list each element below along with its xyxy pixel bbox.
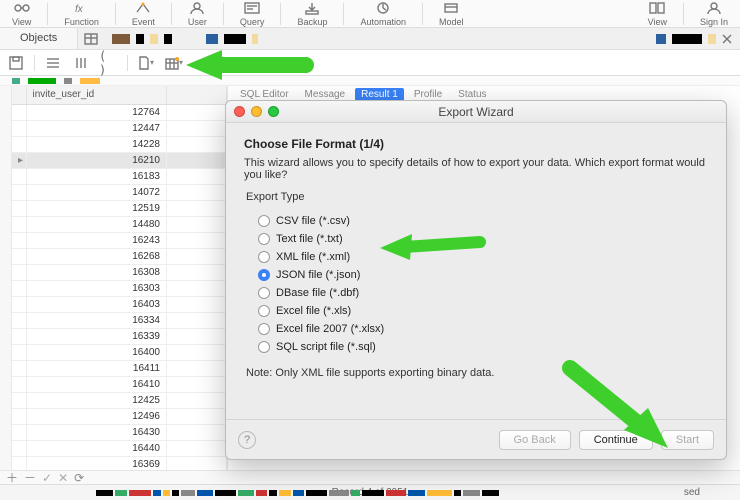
document-icon[interactable]: ▾ [136,54,156,72]
radio-icon[interactable] [258,323,270,335]
table-row[interactable]: 16403 [12,296,227,312]
ribbon-tool-backup[interactable]: Backup [291,1,333,27]
confirm-icon[interactable]: ✓ [42,471,52,485]
window-controls[interactable] [234,106,279,117]
table-row[interactable]: 12764 [12,104,227,120]
dialog-heading: Choose File Format (1/4) [244,137,708,151]
dialog-title: Export Wizard [438,105,513,119]
table-row[interactable]: 16411 [12,360,227,376]
ribbon-tool-function[interactable]: fxFunction [58,1,105,27]
export-type-option[interactable]: Excel file 2007 (*.xlsx) [258,323,708,335]
grid-footer-toolbar: ＋ － ✓ ✕ ⟳ [0,470,740,484]
start-button[interactable]: Start [661,430,714,450]
radio-icon[interactable] [258,215,270,227]
table-row[interactable]: 16440 [12,440,227,456]
table-row[interactable]: 16308 [12,264,227,280]
refresh-icon[interactable]: ⟳ [74,471,84,485]
table-icon [84,33,98,45]
table-row[interactable]: 16268 [12,248,227,264]
radio-icon[interactable] [258,287,270,299]
table-row[interactable]: 16339 [12,328,227,344]
table-row[interactable]: 16430 [12,424,227,440]
table-row[interactable]: 14072 [12,184,227,200]
columns-icon[interactable] [71,54,91,72]
export-type-label: Export Type [244,191,708,203]
dialog-titlebar: Export Wizard [226,101,726,123]
ribbon-tool-view[interactable]: View [6,1,37,27]
ribbon-tool-automation[interactable]: Automation [354,1,412,27]
rows-icon[interactable] [43,54,63,72]
tab-spacer [78,28,104,49]
table-row[interactable]: 16334 [12,312,227,328]
export-grid-icon[interactable]: ▾ [164,54,184,72]
radio-icon[interactable] [258,341,270,353]
close-window-icon[interactable] [234,106,245,117]
export-type-option[interactable]: XML file (*.xml) [258,251,708,263]
svg-text:fx: fx [75,4,84,15]
table-row[interactable]: 16303 [12,280,227,296]
tab-bar: Objects [0,28,740,50]
ribbon-tool-sign-in[interactable]: Sign In [694,1,734,27]
table-row[interactable]: 16243 [12,232,227,248]
table-row[interactable]: 12425 [12,392,227,408]
table-row[interactable]: 12519 [12,200,227,216]
continue-button[interactable]: Continue [579,430,653,450]
export-wizard-dialog: Export Wizard Choose File Format (1/4) T… [225,100,727,460]
table-row[interactable]: 16410 [12,376,227,392]
tab-swatches-2 [648,28,740,49]
table-row[interactable]: 14480 [12,216,227,232]
ribbon-tool-user[interactable]: User [182,1,213,27]
table-row[interactable]: 16400 [12,344,227,360]
minimize-window-icon[interactable] [251,106,262,117]
table-row[interactable]: 12447 [12,120,227,136]
close-icon[interactable] [722,34,732,44]
dialog-description: This wizard allows you to specify detail… [244,157,708,181]
ribbon-tool-event[interactable]: Event [126,1,161,27]
table-row[interactable]: 16183 [12,168,227,184]
table-row[interactable]: ▸16210 [12,152,227,168]
export-type-option[interactable]: Text file (*.txt) [258,233,708,245]
export-type-radios: CSV file (*.csv) Text file (*.txt) XML fil… [244,209,708,353]
table-row[interactable]: 12496 [12,408,227,424]
help-icon[interactable]: ? [238,431,256,449]
ribbon-tool-view[interactable]: View [642,1,673,27]
export-type-option[interactable]: CSV file (*.csv) [258,215,708,227]
status-stripes [96,490,620,496]
cancel-icon[interactable]: ✕ [58,471,68,485]
ribbon-tool-model[interactable]: Model [433,1,470,27]
radio-icon[interactable] [258,251,270,263]
gutter [0,86,12,484]
main-ribbon: View fxFunction Event User Query Backup Automa… [0,0,740,28]
table-row[interactable]: 14228 [12,136,227,152]
parens-icon[interactable]: ( ) [99,54,119,72]
save-icon[interactable] [6,54,26,72]
dialog-footer: ? Go Back Continue Start [226,419,726,459]
tab-objects[interactable]: Objects [0,28,78,49]
radio-icon[interactable] [258,269,270,281]
export-type-option[interactable]: Excel file (*.xls) [258,305,708,317]
radio-icon[interactable] [258,233,270,245]
status-sed: sed [684,487,700,498]
radio-icon[interactable] [258,305,270,317]
export-type-option[interactable]: JSON file (*.json) [258,269,708,281]
go-back-button[interactable]: Go Back [499,430,571,450]
zoom-window-icon[interactable] [268,106,279,117]
status-bar: Record 4 of 2951 sed [0,484,740,500]
query-toolbar: ( ) ▾ ▾ [0,50,740,76]
column-header[interactable]: invite_user_id [26,86,167,104]
ribbon-tool-query[interactable]: Query [234,1,271,27]
data-grid[interactable]: invite_user_id 127641244714228▸162101618… [12,86,228,484]
sub-toolbar [0,76,740,86]
export-type-option[interactable]: SQL script file (*.sql) [258,341,708,353]
tab-swatches-1 [104,28,266,49]
export-type-option[interactable]: DBase file (*.dbf) [258,287,708,299]
dialog-note: Note: Only XML file supports exporting b… [244,367,708,379]
